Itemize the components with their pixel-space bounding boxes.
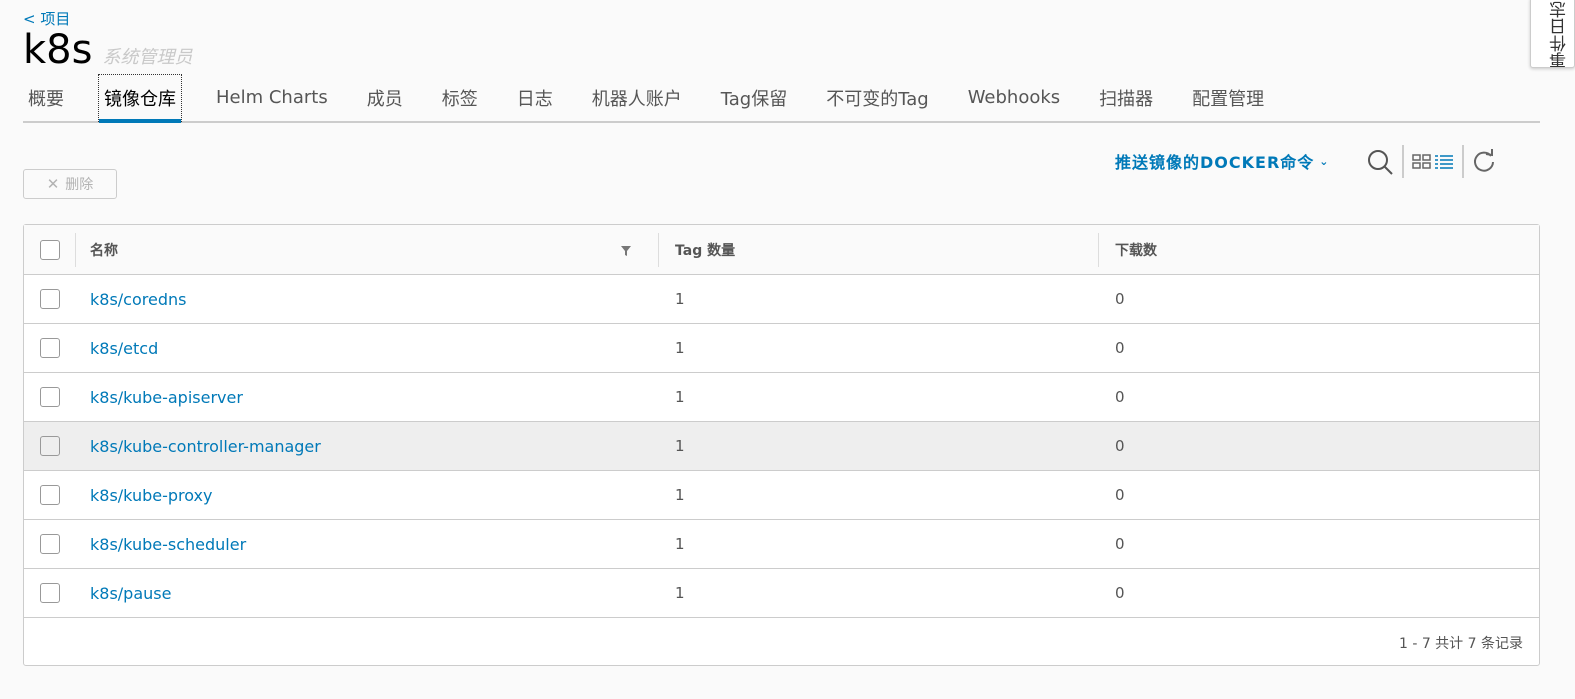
repository-link[interactable]: k8s/kube-apiserver: [90, 388, 243, 407]
tab-repositories[interactable]: 镜像仓库: [98, 74, 182, 123]
tab-logs[interactable]: 日志: [512, 74, 558, 121]
table-row: k8s/coredns 1 0: [24, 275, 1539, 324]
table-row: k8s/kube-proxy 1 0: [24, 471, 1539, 520]
tag-count: 1: [675, 437, 685, 455]
title-row: k8s 系统管理员: [23, 28, 192, 72]
table-row: k8s/etcd 1 0: [24, 324, 1539, 373]
toolbar-divider: [1402, 145, 1404, 178]
table-row: k8s/kube-scheduler 1 0: [24, 520, 1539, 569]
table-row: k8s/pause 1 0: [24, 569, 1539, 618]
pull-count: 0: [1115, 584, 1125, 602]
search-icon[interactable]: [1366, 148, 1394, 176]
column-header-tag-count[interactable]: Tag 数量: [675, 225, 735, 274]
row-checkbox[interactable]: [40, 387, 60, 407]
close-icon: ✕: [46, 175, 60, 193]
tab-scanners[interactable]: 扫描器: [1094, 74, 1158, 121]
tab-tag-retention[interactable]: Tag保留: [716, 74, 792, 121]
refresh-icon[interactable]: [1471, 148, 1497, 174]
tab-immutable-tags[interactable]: 不可变的Tag: [821, 74, 933, 121]
row-checkbox[interactable]: [40, 436, 60, 456]
push-command-dropdown[interactable]: 推送镜像的DOCKER命令 ⌄: [1115, 148, 1330, 174]
column-divider: [1098, 233, 1099, 267]
delete-label: 删除: [65, 177, 94, 193]
pull-count: 0: [1115, 535, 1125, 553]
repository-link[interactable]: k8s/kube-proxy: [90, 486, 212, 505]
table-row: k8s/kube-controller-manager 1 0: [24, 422, 1539, 471]
tab-robot-accounts[interactable]: 机器人账户: [587, 74, 687, 121]
tag-count: 1: [675, 535, 685, 553]
repository-link[interactable]: k8s/kube-controller-manager: [90, 437, 321, 456]
tag-count: 1: [675, 290, 685, 308]
row-checkbox[interactable]: [40, 485, 60, 505]
column-divider: [75, 233, 76, 267]
tab-labels[interactable]: 标签: [437, 74, 483, 121]
tab-members[interactable]: 成员: [362, 74, 408, 121]
select-all-cell: [40, 225, 60, 274]
repositories-table: 名称 Tag 数量 下载数 k8s/coredns 1 0 k8s/etcd 1: [23, 224, 1540, 666]
repository-link[interactable]: k8s/kube-scheduler: [90, 535, 246, 554]
tab-webhooks[interactable]: Webhooks: [963, 74, 1065, 121]
tag-count: 1: [675, 584, 685, 602]
table-header-row: 名称 Tag 数量 下载数: [24, 225, 1539, 275]
row-checkbox[interactable]: [40, 534, 60, 554]
row-checkbox[interactable]: [40, 338, 60, 358]
toolbar-divider: [1462, 145, 1464, 178]
repository-link[interactable]: k8s/coredns: [90, 290, 186, 309]
filter-icon[interactable]: [620, 245, 632, 257]
tab-helm-charts[interactable]: Helm Charts: [211, 74, 333, 121]
tab-configuration[interactable]: 配置管理: [1187, 74, 1269, 121]
tag-count: 1: [675, 388, 685, 406]
column-header-pull-count[interactable]: 下载数: [1115, 225, 1157, 274]
column-header-name[interactable]: 名称: [90, 225, 118, 274]
tag-count: 1: [675, 339, 685, 357]
push-command-label: 推送镜像的DOCKER命令: [1115, 153, 1315, 172]
pull-count: 0: [1115, 388, 1125, 406]
row-checkbox[interactable]: [40, 583, 60, 603]
tag-count: 1: [675, 486, 685, 504]
pull-count: 0: [1115, 437, 1125, 455]
list-view-icon[interactable]: [1434, 153, 1454, 169]
repository-link[interactable]: k8s/etcd: [90, 339, 158, 358]
project-tabs: 概要 镜像仓库 Helm Charts 成员 标签 日志 机器人账户 Tag保留…: [23, 74, 1540, 123]
pull-count: 0: [1115, 339, 1125, 357]
page: < 项目 k8s 系统管理员 概要 镜像仓库 Helm Charts 成员 标签…: [0, 0, 1575, 699]
select-all-checkbox[interactable]: [40, 239, 60, 260]
back-to-projects-link[interactable]: < 项目: [23, 8, 70, 29]
repository-link[interactable]: k8s/pause: [90, 584, 171, 603]
table-row: k8s/kube-apiserver 1 0: [24, 373, 1539, 422]
tab-summary[interactable]: 概要: [23, 74, 69, 121]
column-divider: [658, 233, 659, 267]
delete-button[interactable]: ✕ 删除: [23, 169, 117, 199]
role-label: 系统管理员: [102, 47, 193, 68]
event-log-tab[interactable]: 事件日志: [1530, 0, 1575, 68]
event-log-label: 事件日志: [1550, 1, 1570, 68]
pull-count: 0: [1115, 290, 1125, 308]
pagination-summary: 1 - 7 共计 7 条记录: [1398, 636, 1523, 652]
project-title: k8s: [23, 27, 93, 73]
row-checkbox[interactable]: [40, 289, 60, 309]
pull-count: 0: [1115, 486, 1125, 504]
card-view-icon[interactable]: [1412, 153, 1432, 169]
chevron-down-icon: ⌄: [1319, 154, 1330, 168]
